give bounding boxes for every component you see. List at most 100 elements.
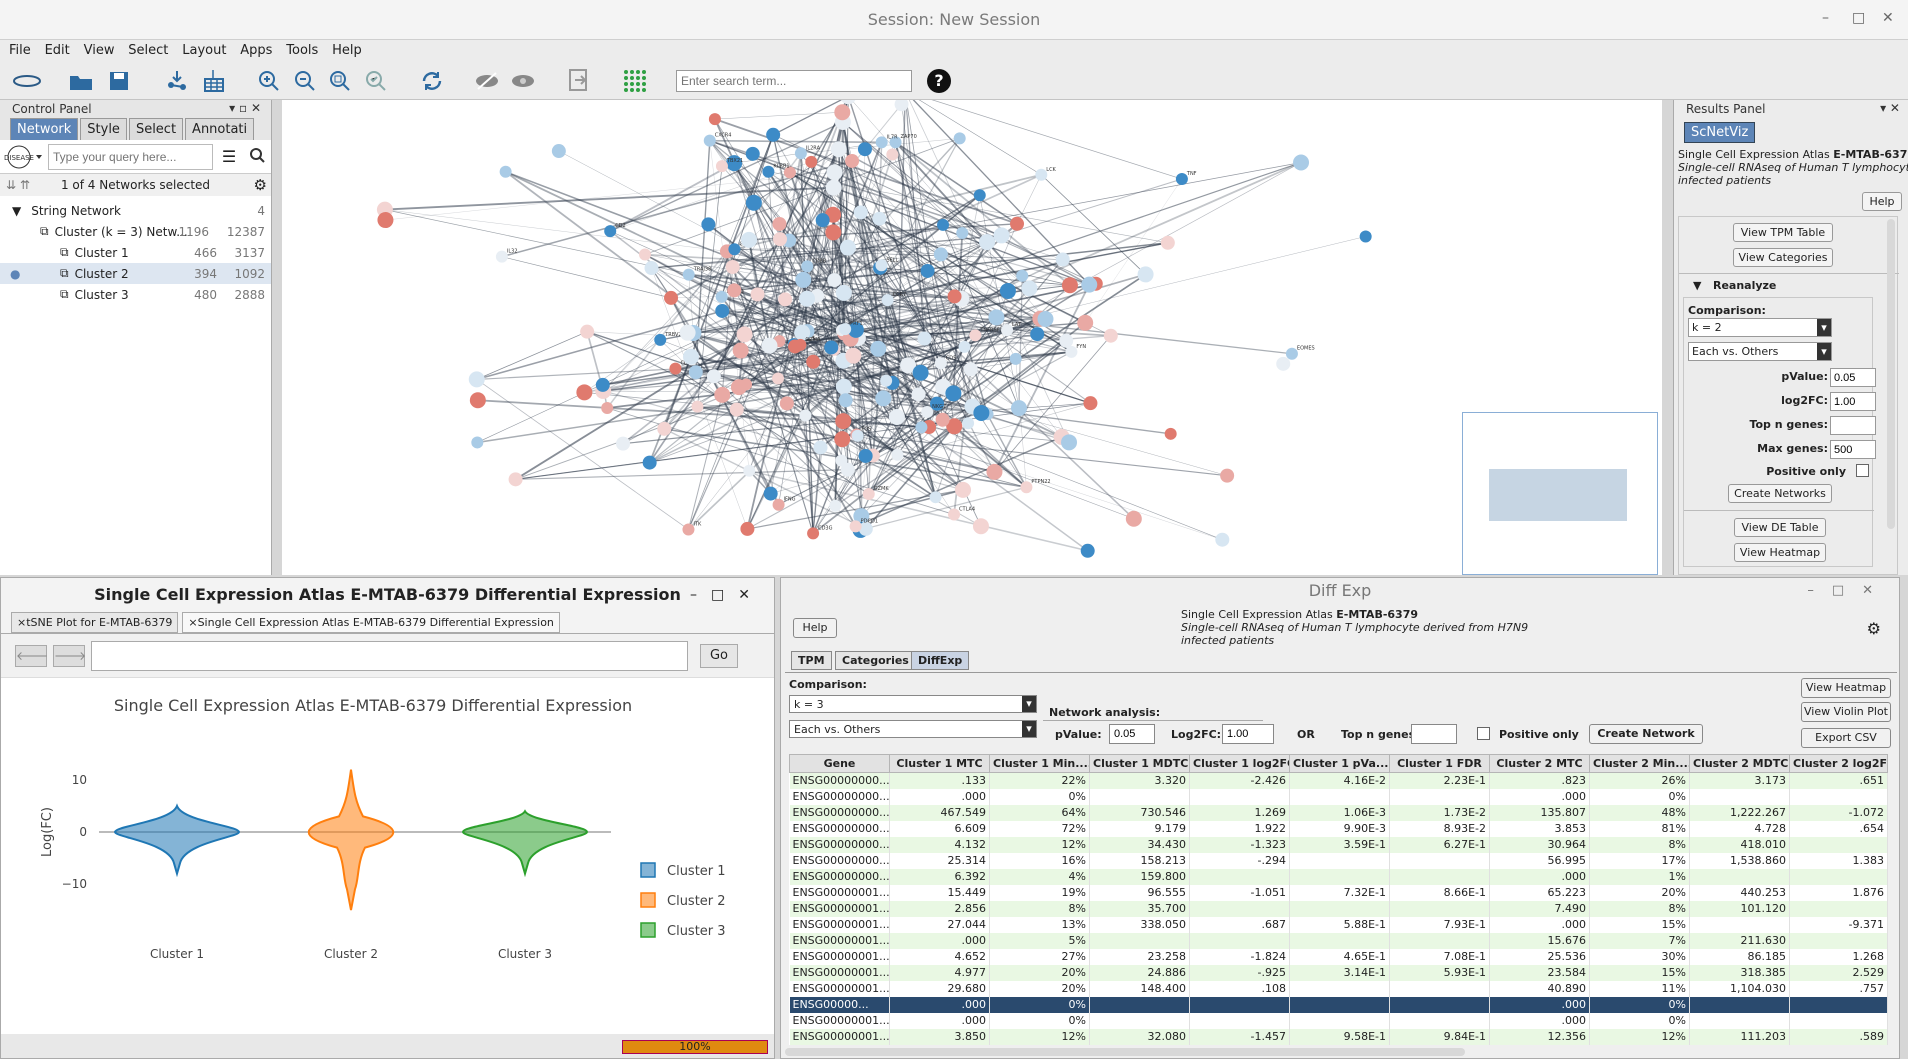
network-node[interactable]: [999, 282, 1016, 299]
network-graph[interactable]: TRBV23TRAJ38PRKCQARPC5CD3GTNFRSF13ACXCR4…: [282, 100, 1662, 575]
network-node[interactable]: [1160, 235, 1175, 250]
tab-scnetviz[interactable]: ScNetViz: [1684, 122, 1756, 143]
network-edge[interactable]: [384, 209, 727, 252]
export-csv-button[interactable]: Export CSV: [1801, 728, 1891, 748]
network-node[interactable]: [872, 211, 887, 226]
network-edge[interactable]: [385, 172, 835, 221]
network-node[interactable]: [766, 127, 781, 142]
network-node[interactable]: [947, 289, 962, 304]
close-button[interactable]: ✕: [1882, 10, 1894, 26]
table-row[interactable]: ENSG00000... .000 0% .000 0%: [789, 996, 1888, 1013]
network-node[interactable]: [1055, 252, 1070, 267]
table-row[interactable]: ENSG00000001... .000 5% 15.676 7% 211.630: [789, 932, 1888, 949]
network-node[interactable]: [1080, 543, 1095, 558]
network-node[interactable]: [1220, 468, 1235, 483]
view-heatmap-button[interactable]: View Heatmap: [1801, 678, 1891, 698]
network-node[interactable]: [911, 387, 926, 402]
network-node[interactable]: [835, 284, 852, 301]
network-node[interactable]: [880, 374, 893, 387]
network-node[interactable]: [642, 455, 657, 470]
search-icon[interactable]: [245, 147, 269, 166]
horizontal-scrollbar[interactable]: [785, 1048, 1465, 1056]
network-node[interactable]: [691, 400, 704, 413]
network-edge[interactable]: [895, 141, 1018, 225]
zoom-out-icon[interactable]: [290, 67, 320, 95]
network-edge[interactable]: [964, 162, 1302, 348]
network-node[interactable]: [813, 440, 828, 455]
network-node[interactable]: [1083, 396, 1098, 411]
network-node[interactable]: [471, 436, 484, 449]
network-node[interactable]: [1164, 427, 1177, 440]
network-node[interactable]: [1077, 314, 1094, 331]
network-node[interactable]: [806, 354, 821, 369]
network-node[interactable]: [468, 371, 485, 388]
network-node[interactable]: [701, 217, 716, 232]
network-node[interactable]: [679, 324, 696, 341]
url-input[interactable]: [91, 640, 688, 671]
network-edge[interactable]: [476, 331, 588, 380]
network-node[interactable]: [829, 499, 842, 512]
column-header[interactable]: Cluster 1 Min....: [989, 754, 1090, 773]
menu-tools[interactable]: Tools: [281, 40, 323, 62]
network-node[interactable]: [1293, 154, 1310, 171]
network-node[interactable]: [736, 326, 753, 343]
network-node[interactable]: [1276, 356, 1291, 371]
network-node[interactable]: [834, 431, 851, 448]
menu-view[interactable]: View: [79, 40, 120, 62]
network-node[interactable]: [824, 340, 839, 355]
tree-row-cluster-network[interactable]: ⧉ Cluster (k = 3) Netw... 1196 12387: [0, 221, 271, 242]
hide-icon[interactable]: [472, 67, 502, 95]
network-node[interactable]: [912, 364, 929, 381]
collapse-all-icon[interactable]: ⇊ ⇈: [6, 178, 30, 192]
tab-tsne-plot[interactable]: ×tSNE Plot for E-MTAB-6379: [11, 612, 179, 633]
reanalyze-header[interactable]: ▼ Reanalyze: [1693, 279, 1776, 292]
pvalue-input[interactable]: [1109, 724, 1155, 744]
column-header[interactable]: Cluster 2 MDTC: [1689, 754, 1790, 773]
network-node[interactable]: [795, 271, 812, 288]
viewport-rectangle[interactable]: [1489, 469, 1627, 521]
network-node[interactable]: [988, 309, 1005, 326]
network-node[interactable]: [805, 155, 818, 168]
network-node[interactable]: [1030, 327, 1045, 342]
network-node[interactable]: [743, 464, 756, 477]
refresh-icon[interactable]: [417, 67, 447, 95]
vertical-scrollbar[interactable]: [1887, 219, 1895, 529]
network-node[interactable]: [875, 390, 892, 407]
table-row[interactable]: ENSG00000000... 6.392 4% 159.800 .000 1%: [789, 868, 1888, 885]
mode-select[interactable]: Each vs. Others: [1688, 342, 1832, 361]
network-node[interactable]: [508, 472, 523, 487]
menu-select[interactable]: Select: [123, 40, 173, 62]
network-node[interactable]: [917, 331, 932, 346]
view-categories-button[interactable]: View Categories: [1733, 248, 1833, 267]
network-query-input[interactable]: [48, 143, 213, 170]
help-button[interactable]: Help: [793, 618, 837, 638]
network-node[interactable]: [761, 337, 778, 354]
network-edge[interactable]: [688, 403, 788, 530]
window-controls[interactable]: –□✕: [690, 578, 764, 612]
tab-diffexp[interactable]: DiffExp: [911, 651, 970, 670]
view-violin-plot-button[interactable]: View Violin Plot: [1801, 702, 1891, 722]
table-row[interactable]: ENSG00000001... .000 0% .000 0%: [789, 1012, 1888, 1029]
network-node[interactable]: [1037, 310, 1054, 327]
help-icon[interactable]: ?: [927, 69, 951, 93]
import-table-icon[interactable]: [198, 67, 228, 95]
network-node[interactable]: [1081, 276, 1098, 293]
network-node[interactable]: [576, 384, 593, 401]
network-node[interactable]: [745, 146, 760, 161]
network-node[interactable]: [657, 421, 672, 436]
network-node[interactable]: [858, 448, 873, 463]
topn-input[interactable]: [1830, 416, 1876, 435]
network-node[interactable]: [732, 342, 749, 359]
maxgenes-input[interactable]: [1830, 440, 1876, 459]
network-node[interactable]: [920, 263, 935, 278]
network-node[interactable]: [1359, 230, 1372, 243]
network-node[interactable]: [1061, 277, 1078, 294]
network-node[interactable]: [1137, 266, 1154, 283]
network-node[interactable]: [935, 412, 950, 427]
network-node[interactable]: [956, 227, 969, 240]
zoom-fit-icon[interactable]: [325, 67, 355, 95]
network-node[interactable]: [962, 417, 975, 430]
view-tpm-table-button[interactable]: View TPM Table: [1733, 223, 1833, 242]
network-node[interactable]: [580, 324, 595, 339]
zoom-selected-icon[interactable]: [361, 67, 391, 95]
